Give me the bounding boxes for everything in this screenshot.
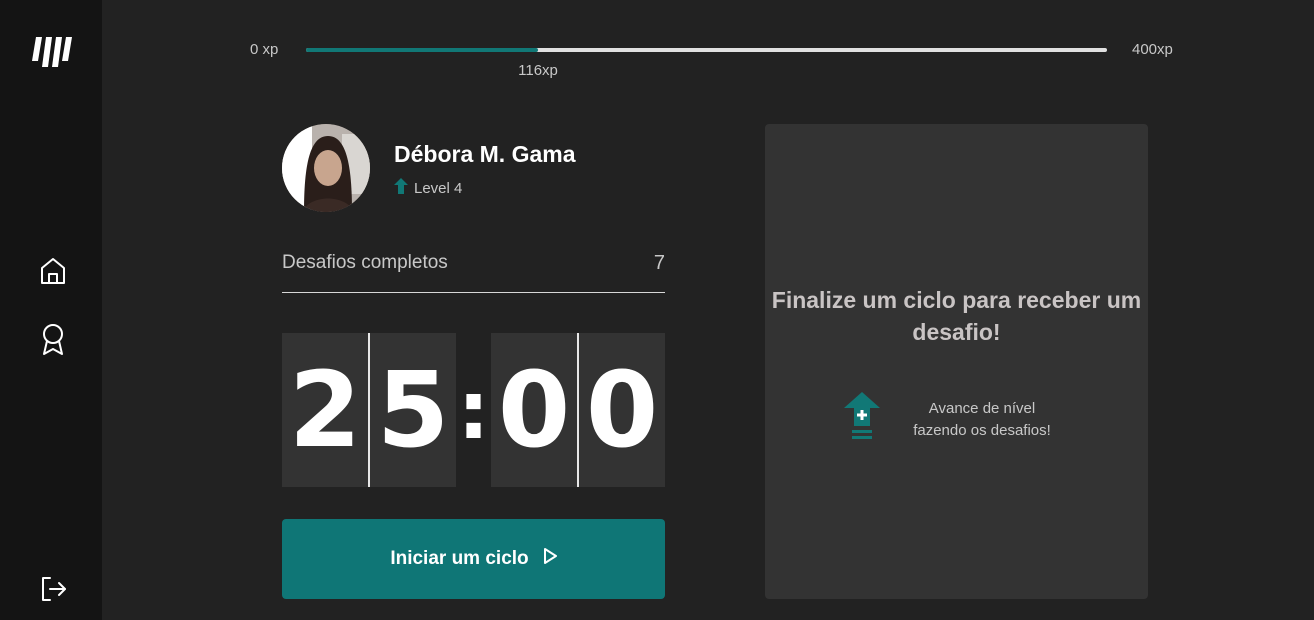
level-up-icon [844, 392, 880, 447]
challenge-panel-title: Finalize um ciclo para receber um desafi… [771, 287, 1142, 345]
logout-icon[interactable] [38, 574, 68, 604]
challenge-panel-hint: Avance de nível fazendo os desafios! [844, 392, 1062, 447]
user-name: Débora M. Gama [394, 141, 576, 167]
completed-challenges: Desafios completos 7 [282, 252, 665, 293]
level-label: Level 4 [414, 180, 463, 197]
xp-min-label: 0 xp [250, 41, 279, 58]
challenge-panel-hint-text: Avance de nível fazendo os desafios! [913, 399, 1051, 439]
xp-current-label: 116xp [518, 62, 558, 79]
level-info: Level 4 [394, 178, 462, 199]
countdown-minutes: 2 5 [282, 333, 456, 487]
xp-progress-fill [306, 48, 538, 52]
completed-challenges-count: 7 [653, 252, 665, 274]
start-cycle-button[interactable]: Iniciar um ciclo [282, 519, 665, 599]
second-ones-digit: 0 [579, 333, 665, 487]
countdown-separator: : [457, 363, 490, 457]
home-icon[interactable] [38, 256, 68, 286]
avatar [282, 124, 370, 212]
xp-progress-track [306, 48, 1107, 52]
sidebar [0, 0, 102, 620]
play-icon [543, 548, 557, 570]
countdown-seconds: 0 0 [491, 333, 665, 487]
level-up-icon [394, 178, 408, 199]
xp-max-label: 400xp [1132, 41, 1173, 58]
award-icon[interactable] [38, 322, 68, 355]
minute-ones-digit: 5 [370, 333, 456, 487]
completed-challenges-label: Desafios completos [282, 252, 448, 273]
minute-tens-digit: 2 [282, 333, 370, 487]
start-cycle-label: Iniciar um ciclo [390, 548, 529, 569]
challenge-panel: Finalize um ciclo para receber um desafi… [765, 124, 1148, 599]
second-tens-digit: 0 [491, 333, 579, 487]
logo-icon [32, 33, 72, 69]
